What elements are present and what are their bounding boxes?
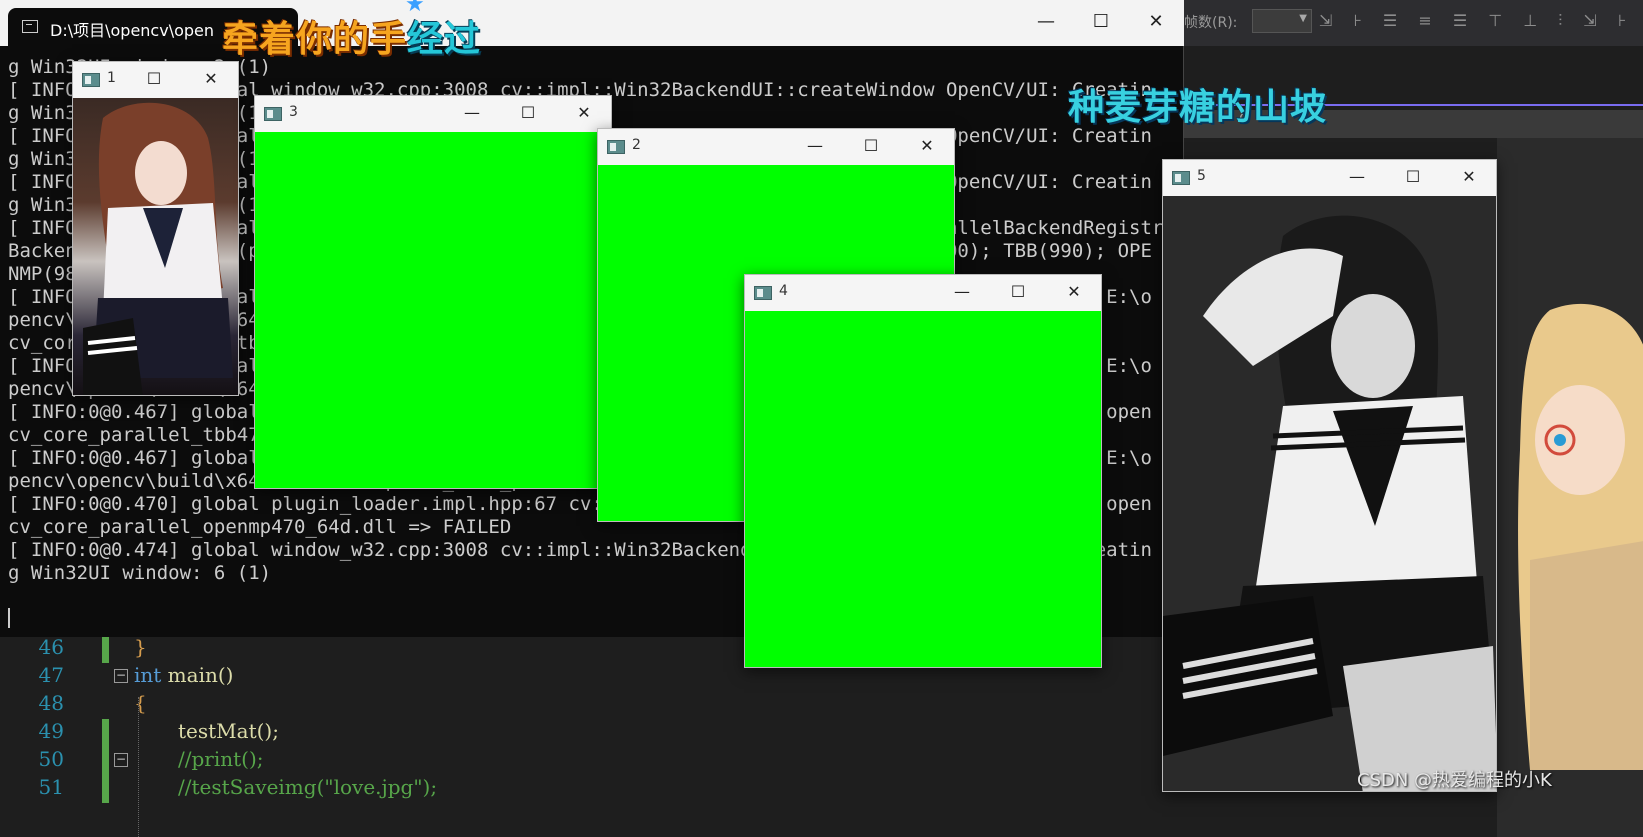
vs-toolbar: 帧数(R): ▼ ⇲ ⊦ ☰ ≡ ☰ ⊤ ⊥ ⫶ ⇲ ⊦ [1184, 0, 1643, 46]
close-button[interactable]: ✕ [1128, 0, 1184, 46]
close-button[interactable]: ✕ [183, 62, 239, 98]
minimize-button[interactable]: — [1018, 0, 1074, 46]
person-illustration [1163, 196, 1496, 791]
maximize-button[interactable]: ☐ [1385, 160, 1441, 196]
minimize-button[interactable]: — [787, 129, 843, 165]
code-line: 51 //testSaveimg("love.jpg"); [0, 775, 1184, 803]
minimize-button[interactable]: — [934, 275, 990, 311]
minimize-button[interactable]: — [1329, 160, 1385, 196]
green-image [745, 311, 1101, 667]
maximize-button[interactable]: ☐ [500, 96, 556, 132]
opencv-window-icon [607, 140, 625, 154]
close-button[interactable]: ✕ [556, 96, 612, 132]
frames-combo[interactable]: ▼ [1252, 9, 1312, 33]
line-number: 50 [38, 747, 64, 771]
code-text: int main() [134, 663, 233, 687]
keyword-int: int [134, 663, 162, 687]
line-number: 47 [38, 663, 64, 687]
cv-window-titlebar[interactable]: 1 ☐ ✕ [73, 62, 238, 98]
cv-window-title: 2 [632, 137, 641, 153]
minimize-button[interactable]: — [444, 96, 500, 132]
line-number: 48 [38, 691, 64, 715]
opencv-window-icon [754, 286, 772, 300]
opencv-window-icon [1172, 171, 1190, 185]
code-text: { [134, 691, 147, 715]
grayscale-photo-image [1163, 196, 1496, 791]
lyric-line-1: 牵着你的手经过 [222, 10, 481, 62]
cv-window-4[interactable]: 4 — ☐ ✕ [744, 274, 1102, 668]
code-text: } [134, 635, 147, 659]
collapse-icon[interactable]: − [114, 669, 128, 683]
console-tab-title: D:\项目\opencv\open [50, 21, 215, 40]
console-titlebar[interactable]: D:\项目\opencv\open — ☐ ✕ [0, 0, 1184, 46]
code-line: 48 { [0, 691, 1184, 719]
align-icons[interactable]: ⇲ ⊦ ☰ ≡ ☰ ⊤ ⊥ ⫶ ⇲ ⊦ [1319, 11, 1634, 31]
cv-window-titlebar[interactable]: 5 — ☐ ✕ [1163, 160, 1496, 196]
opencv-window-icon [264, 107, 282, 121]
code-line: 50 − //print(); [0, 747, 1184, 775]
anime-avatar [1518, 303, 1643, 770]
lyric-line-1-orange: 牵着你的手 [222, 19, 408, 60]
chevron-down-icon: ▼ [1299, 13, 1307, 24]
line-number: 51 [38, 775, 64, 799]
close-button[interactable]: ✕ [1046, 275, 1102, 311]
maximize-button[interactable]: ☐ [843, 129, 899, 165]
cv-window-5[interactable]: 5 — ☐ ✕ [1162, 159, 1497, 792]
maximize-button[interactable]: ☐ [990, 275, 1046, 311]
cv-window-titlebar[interactable]: 2 — ☐ ✕ [598, 129, 954, 165]
indent-guide [138, 697, 140, 837]
text-cursor [8, 608, 10, 628]
collapse-icon[interactable]: − [114, 753, 128, 767]
green-image [255, 132, 611, 488]
lyric-line-2: 种麦芽糖的山坡 [1068, 87, 1328, 128]
cv-window-title: 3 [289, 104, 298, 120]
cv-window-title: 5 [1197, 168, 1206, 184]
function-signature: main() [161, 663, 234, 687]
maximize-button[interactable]: ☐ [1073, 0, 1129, 46]
line-number: 46 [38, 635, 64, 659]
frames-label: 帧数(R): [1184, 15, 1238, 31]
lyric-line-1-cyan: 经过 [407, 19, 482, 60]
sparkle-icon: ★ [405, 0, 425, 17]
cv-window-title: 4 [779, 283, 788, 299]
line-number: 49 [38, 719, 64, 743]
cv-window-1[interactable]: 1 ☐ ✕ [72, 61, 239, 396]
terminal-icon [22, 20, 38, 33]
csdn-watermark: CSDN @热爱编程的小K [1357, 770, 1552, 791]
code-text: //testSaveimg("love.jpg"); [178, 775, 438, 799]
maximize-button[interactable]: ☐ [126, 62, 182, 98]
opencv-window-icon [82, 73, 100, 87]
cv-window-titlebar[interactable]: 4 — ☐ ✕ [745, 275, 1101, 311]
change-marker [102, 747, 109, 775]
change-marker [102, 635, 109, 663]
cv-window-titlebar[interactable]: 3 — ☐ ✕ [255, 96, 611, 132]
close-button[interactable]: ✕ [1441, 160, 1497, 196]
code-text: //print(); [178, 747, 264, 771]
change-marker [102, 719, 109, 747]
cv-window-title: 1 [107, 70, 116, 86]
change-marker [102, 775, 109, 803]
code-text: testMat(); [178, 719, 279, 743]
code-line: 49 testMat(); [0, 719, 1184, 747]
close-button[interactable]: ✕ [899, 129, 955, 165]
color-photo-image [73, 98, 238, 395]
person-illustration [83, 102, 233, 395]
cv-window-3[interactable]: 3 — ☐ ✕ [254, 95, 612, 489]
